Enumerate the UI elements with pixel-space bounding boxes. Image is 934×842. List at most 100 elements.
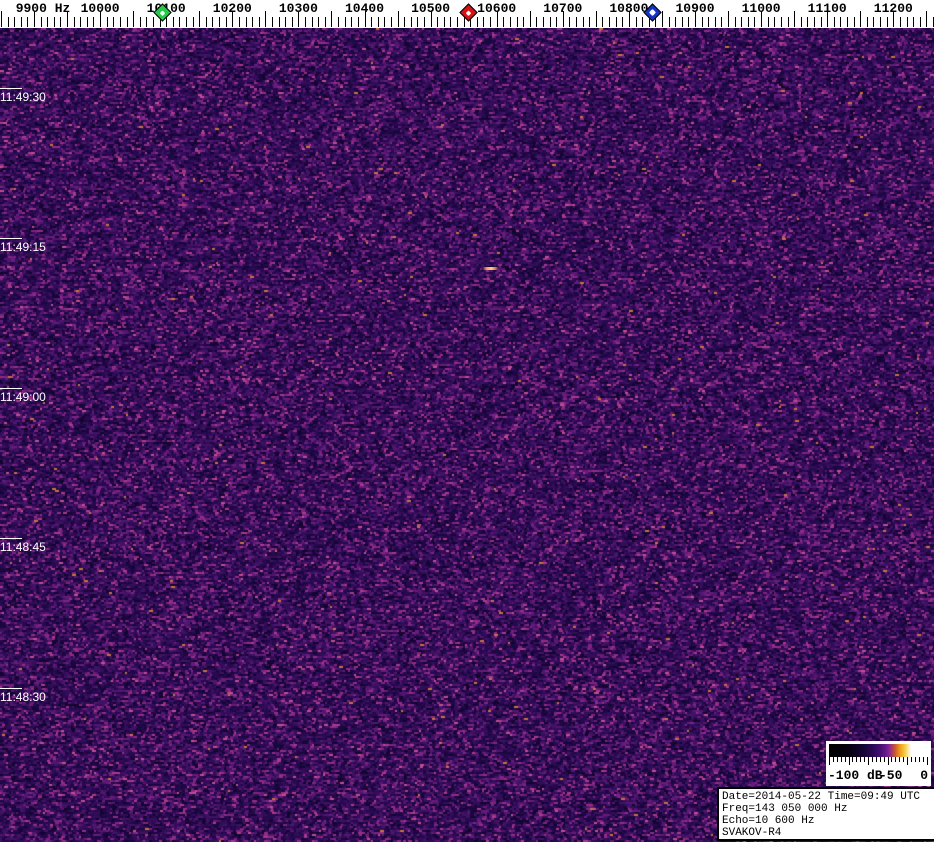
db-color-legend: -100 dB -50 0 xyxy=(826,741,931,786)
freq-label: 10700 xyxy=(543,1,583,16)
freq-tick xyxy=(74,17,75,27)
freq-tick xyxy=(239,17,240,27)
waterfall-canvas xyxy=(0,28,934,842)
db-tick xyxy=(840,757,842,762)
db-tick xyxy=(887,757,889,765)
db-ruler xyxy=(829,757,928,767)
info-station: SVAKOV-R4 xyxy=(722,827,782,839)
freq-tick xyxy=(814,17,815,27)
spectrogram-display: 9900 Hz100001010010200103001040010500106… xyxy=(0,0,934,842)
freq-tick xyxy=(41,17,42,27)
freq-tick xyxy=(702,17,703,27)
freq-tick xyxy=(252,17,253,27)
db-tick xyxy=(910,757,912,762)
freq-tick xyxy=(483,17,484,27)
freq-tick xyxy=(120,17,121,27)
freq-tick xyxy=(437,17,438,27)
freq-tick xyxy=(781,17,782,27)
freq-tick xyxy=(854,17,855,27)
freq-tick xyxy=(351,17,352,27)
db-tick xyxy=(879,757,881,762)
freq-tick xyxy=(708,17,709,27)
db-tick xyxy=(829,757,830,765)
freq-tick xyxy=(450,17,451,27)
freq-tick xyxy=(384,17,385,27)
freq-tick xyxy=(87,17,88,27)
freq-tick xyxy=(880,17,881,27)
freq-tick xyxy=(583,17,584,27)
freq-tick xyxy=(219,17,220,27)
freq-tick xyxy=(834,17,835,27)
freq-tick xyxy=(788,17,789,27)
freq-tick xyxy=(107,17,108,27)
freq-tick xyxy=(47,17,48,27)
db-tick xyxy=(848,757,850,765)
db-tick xyxy=(907,757,908,765)
freq-tick xyxy=(1,11,2,27)
freq-label: 10300 xyxy=(278,1,318,16)
freq-tick xyxy=(675,17,676,27)
db-tick xyxy=(844,757,846,762)
freq-tick xyxy=(206,17,207,27)
freq-tick xyxy=(688,17,689,27)
freq-label: 10400 xyxy=(344,1,385,16)
freq-tick xyxy=(279,17,280,27)
freq-tick xyxy=(477,17,478,27)
freq-tick xyxy=(721,17,722,27)
db-tick xyxy=(868,757,869,765)
db-tick xyxy=(922,757,924,762)
freq-tick xyxy=(80,17,81,27)
freq-tick xyxy=(259,17,260,27)
freq-tick xyxy=(642,17,643,27)
freq-tick xyxy=(616,17,617,27)
freq-tick xyxy=(212,17,213,27)
freq-label: 11200 xyxy=(873,1,913,16)
freq-tick xyxy=(503,17,504,27)
db-label-min: -100 dB xyxy=(828,768,883,783)
station-info-box: Date=2014-05-22 Time=09:49 UTC Freq=143 … xyxy=(717,787,934,841)
freq-tick xyxy=(774,17,775,27)
freq-tick xyxy=(371,17,372,27)
freq-tick xyxy=(378,17,379,27)
freq-tick xyxy=(682,17,683,27)
freq-tick xyxy=(523,17,524,27)
freq-tick xyxy=(907,17,908,27)
freq-label: 11000 xyxy=(741,1,781,16)
db-tick xyxy=(899,757,901,762)
db-tick xyxy=(895,757,897,762)
freq-tick xyxy=(748,17,749,27)
marker-center-dot xyxy=(466,9,472,15)
freq-tick xyxy=(735,17,736,27)
freq-tick xyxy=(338,17,339,27)
freq-tick xyxy=(398,11,399,27)
db-gradient-bar xyxy=(829,744,928,757)
db-tick xyxy=(836,757,838,762)
db-tick xyxy=(852,757,854,762)
freq-tick xyxy=(358,17,359,27)
freq-tick xyxy=(662,11,663,27)
db-tick xyxy=(883,757,885,762)
freq-tick xyxy=(550,17,551,27)
freq-tick xyxy=(636,17,637,27)
freq-tick xyxy=(913,17,914,27)
freq-tick xyxy=(60,17,61,27)
freq-tick xyxy=(318,17,319,27)
freq-tick xyxy=(331,11,332,27)
freq-tick xyxy=(193,17,194,27)
freq-tick xyxy=(411,17,412,27)
freq-tick xyxy=(325,17,326,27)
db-tick xyxy=(903,757,905,762)
freq-tick xyxy=(840,17,841,27)
freq-tick xyxy=(285,17,286,27)
freq-tick xyxy=(801,17,802,27)
db-tick xyxy=(926,757,928,765)
freq-tick xyxy=(887,17,888,27)
freq-tick xyxy=(490,17,491,27)
time-label: 11:49:30 xyxy=(0,90,46,104)
freq-tick xyxy=(536,17,537,27)
freq-tick xyxy=(140,17,141,27)
freq-tick xyxy=(596,11,597,27)
freq-tick xyxy=(133,11,134,27)
freq-tick xyxy=(272,17,273,27)
red-marker-diamond-icon[interactable] xyxy=(459,2,479,22)
